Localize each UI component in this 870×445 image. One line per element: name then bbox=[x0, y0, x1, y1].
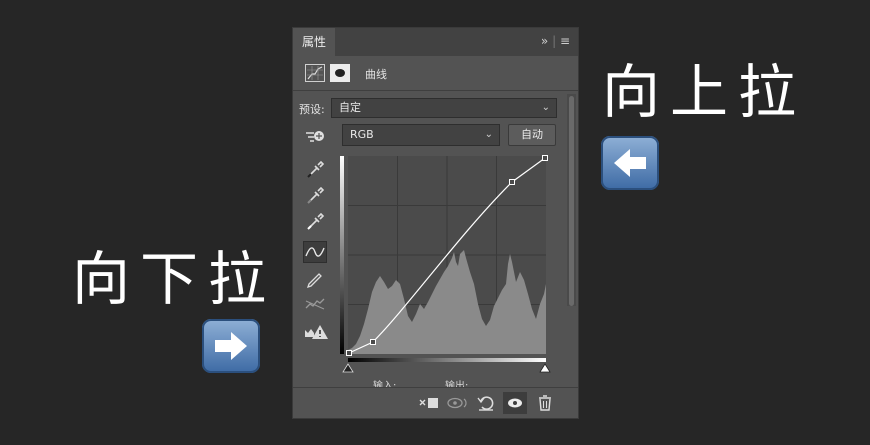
collapse-icon[interactable]: » bbox=[541, 34, 548, 48]
white-point-slider bbox=[539, 363, 551, 373]
trash-icon[interactable] bbox=[533, 392, 557, 414]
panel-tabbar: 属性 » | ≡ bbox=[293, 28, 578, 56]
curve-point-icon[interactable] bbox=[303, 241, 327, 263]
down-drag-label: 向下拉 bbox=[72, 245, 277, 313]
right-arrow-icon bbox=[215, 332, 247, 360]
left-arrow-icon bbox=[614, 149, 646, 177]
panel-menu-icon[interactable]: ≡ bbox=[560, 34, 570, 48]
tab-properties[interactable]: 属性 bbox=[293, 28, 335, 56]
preset-label: 预设: bbox=[299, 103, 325, 116]
divider: | bbox=[552, 34, 560, 48]
adjustment-header: 曲线 bbox=[303, 64, 563, 86]
black-eyedropper-icon[interactable] bbox=[303, 158, 327, 180]
view-previous-icon[interactable] bbox=[445, 392, 469, 414]
auto-button[interactable]: 自动 bbox=[508, 124, 556, 146]
clip-to-layer-icon[interactable] bbox=[417, 392, 441, 414]
scrollbar-thumb[interactable] bbox=[569, 96, 574, 306]
preset-value: 自定 bbox=[339, 101, 361, 114]
channel-dropdown[interactable]: RGB ⌄ bbox=[342, 124, 500, 146]
preset-dropdown[interactable]: 自定 ⌄ bbox=[331, 98, 557, 118]
adjustment-title: 曲线 bbox=[365, 68, 387, 81]
curves-adjustment-icon[interactable] bbox=[305, 64, 325, 82]
properties-panel: 属性 » | ≡ 曲线 预设: 自定 ⌄ RGB ⌄ 自动 bbox=[292, 27, 579, 419]
curve-point bbox=[542, 155, 548, 161]
curve-point bbox=[370, 339, 376, 345]
up-drag-label: 向上拉 bbox=[602, 58, 807, 126]
panel-tabbar-controls: » | ≡ bbox=[541, 34, 570, 48]
panel-footer bbox=[293, 387, 578, 418]
right-arrow-button bbox=[202, 319, 260, 373]
curves-graph[interactable] bbox=[340, 154, 556, 376]
clipping-warning-icon[interactable] bbox=[303, 321, 328, 343]
black-point-slider bbox=[342, 363, 354, 373]
output-gradient-bar bbox=[340, 156, 344, 354]
pencil-icon[interactable] bbox=[303, 267, 327, 289]
header-divider bbox=[293, 90, 578, 91]
white-eyedropper-icon[interactable] bbox=[303, 210, 327, 232]
reset-icon[interactable] bbox=[474, 392, 498, 414]
layer-mask-icon[interactable] bbox=[330, 64, 350, 82]
smooth-icon[interactable] bbox=[303, 293, 327, 315]
curve-point bbox=[346, 350, 352, 356]
gray-eyedropper-icon[interactable] bbox=[303, 184, 327, 206]
input-gradient-bar bbox=[348, 358, 546, 362]
chevron-down-icon: ⌄ bbox=[484, 129, 493, 140]
chevron-down-icon: ⌄ bbox=[541, 102, 550, 113]
channel-value: RGB bbox=[350, 128, 374, 141]
left-arrow-button bbox=[601, 136, 659, 190]
curve-point bbox=[509, 179, 515, 185]
visibility-icon[interactable] bbox=[503, 392, 527, 414]
target-adjust-icon[interactable] bbox=[303, 125, 327, 147]
